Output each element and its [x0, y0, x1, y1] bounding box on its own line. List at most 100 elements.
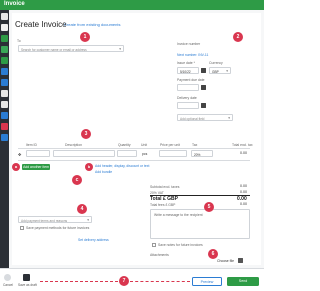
description-input[interactable]: [53, 150, 115, 157]
price-input[interactable]: [159, 150, 187, 157]
tax-value: 20%: [194, 152, 201, 157]
badge-b: b: [85, 163, 93, 171]
add-item-button[interactable]: Add another item: [22, 164, 50, 170]
chevron-down-icon: ▾: [87, 218, 89, 223]
delivery-address-link[interactable]: Set delivery address: [78, 238, 109, 242]
cancel-icon[interactable]: [4, 274, 11, 281]
badge-6: 6: [208, 249, 218, 259]
currency-label: Currency: [209, 61, 223, 65]
apps-icon[interactable]: [1, 112, 8, 119]
send-button[interactable]: Send: [227, 277, 259, 286]
calendar-icon[interactable]: [201, 103, 206, 108]
add-header-link[interactable]: Add header, display, discount or text: [95, 164, 149, 168]
quantity-input[interactable]: [117, 150, 137, 157]
col-item-id: Item ID: [26, 143, 37, 147]
payment-due-label: Payment due date: [177, 78, 205, 82]
issue-date-value: 5/10/22: [180, 69, 191, 74]
payment-terms-select[interactable]: Add payment terms and reasons ▾: [18, 216, 92, 223]
col-unit: Unit: [141, 143, 148, 147]
save-notes-checkbox[interactable]: [152, 243, 156, 247]
calendar-icon[interactable]: [201, 85, 206, 90]
invoice-icon[interactable]: [1, 35, 8, 42]
guide-line: [40, 281, 118, 282]
bank-icon[interactable]: [1, 79, 8, 86]
issue-date-label: Issue date *: [177, 61, 195, 65]
preview-button[interactable]: Preview: [192, 277, 222, 286]
reports-icon[interactable]: [1, 90, 8, 97]
badge-3: 3: [81, 129, 91, 139]
divider: [18, 160, 250, 161]
badge-7: 7: [119, 276, 129, 286]
message-textarea[interactable]: Write a message to the recipient: [150, 209, 250, 239]
choose-file-button[interactable]: Choose file: [217, 259, 234, 263]
unit-value: pcs: [142, 152, 148, 156]
col-quantity: Quantity: [118, 143, 131, 147]
currency-select[interactable]: GBP ▾: [209, 67, 231, 74]
cancel-label[interactable]: Cancel: [3, 283, 13, 287]
payment-due-field[interactable]: [177, 84, 199, 91]
total-fees-label: Total fees £ GBP: [150, 203, 176, 207]
vat-value: 0.00: [240, 190, 247, 194]
currency-value: GBP: [212, 69, 219, 74]
customer-search-input[interactable]: Search for customer name or email or add…: [18, 45, 124, 52]
col-tax: Tax: [192, 143, 198, 147]
home-icon[interactable]: [1, 13, 8, 20]
badge-4: 4: [77, 204, 87, 214]
settings-icon[interactable]: [1, 101, 8, 108]
footer-bar: Cancel Save as draft 7 Preview Send: [0, 268, 264, 291]
invoice-number-value[interactable]: Next number: INV-11: [177, 53, 208, 57]
col-total: Total excl. tax: [232, 143, 253, 147]
total-fees-value: 0.00: [240, 202, 247, 206]
page-title: Create Invoice: [15, 20, 67, 29]
customer-search-placeholder: Search for customer name or email or add…: [21, 47, 87, 52]
inbox-icon[interactable]: [1, 68, 8, 75]
col-description: Description: [65, 143, 82, 147]
payment-terms-placeholder: Add payment terms and reasons: [21, 218, 68, 223]
add-bundle-link[interactable]: Add bundle: [95, 170, 112, 174]
issue-date-field[interactable]: 5/10/22: [177, 67, 199, 74]
badge-1: 1: [80, 32, 90, 42]
user-icon[interactable]: [1, 134, 8, 141]
line-total: 0.00: [240, 151, 247, 155]
badge-c: c: [72, 175, 82, 185]
invoice-number-label: Invoice number: [177, 42, 201, 46]
subtotal-value: 0.00: [240, 184, 247, 188]
drag-handle-icon[interactable]: ✥: [18, 152, 21, 157]
create-from-existing-link[interactable]: Create from existing documents: [64, 22, 120, 27]
list-icon[interactable]: [1, 57, 8, 64]
save-draft-icon[interactable]: [23, 274, 30, 281]
delivery-date-label: Delivery date: [177, 96, 197, 100]
badge-2: 2: [233, 32, 243, 42]
contacts-icon[interactable]: [1, 46, 8, 53]
total-label: Total £ GBP: [150, 196, 178, 202]
main-area: Create Invoice Create from existing docu…: [9, 10, 264, 268]
chevron-down-icon: ▾: [226, 69, 228, 74]
chevron-down-icon: ▾: [228, 116, 230, 121]
to-label: To: [17, 39, 21, 43]
subtotal-label: Subtotal excl. taxes: [150, 185, 180, 189]
app-header: Invoice: [0, 0, 264, 10]
documents-icon[interactable]: [1, 24, 8, 31]
app-title: Invoice: [4, 1, 25, 7]
save-payment-checkbox[interactable]: [20, 226, 24, 230]
badge-a: a: [12, 163, 20, 171]
optional-field-select[interactable]: Add optional field ▾: [177, 114, 233, 121]
item-id-input[interactable]: [26, 150, 50, 157]
col-price: Price per unit: [160, 143, 180, 147]
invoice-form: Create Invoice Create from existing docu…: [12, 13, 261, 265]
chevron-down-icon: ▾: [119, 47, 121, 52]
alert-icon[interactable]: [1, 123, 8, 130]
delivery-date-field[interactable]: [177, 102, 199, 109]
attachments-label: Attachments: [150, 253, 169, 257]
tax-select[interactable]: 20%: [191, 150, 213, 157]
sidebar: [0, 10, 9, 268]
badge-5: 5: [204, 202, 214, 212]
optional-field-text: Add optional field: [180, 116, 205, 121]
divider: [18, 148, 250, 149]
save-draft-label[interactable]: Save as draft: [18, 283, 37, 287]
message-placeholder: Write a message to the recipient: [154, 213, 203, 217]
calendar-icon[interactable]: [201, 68, 206, 73]
save-payment-label: Save payment methods for future invoices: [26, 226, 90, 230]
upload-icon[interactable]: [238, 258, 243, 263]
save-notes-label: Save notes for future invoices: [158, 243, 203, 247]
